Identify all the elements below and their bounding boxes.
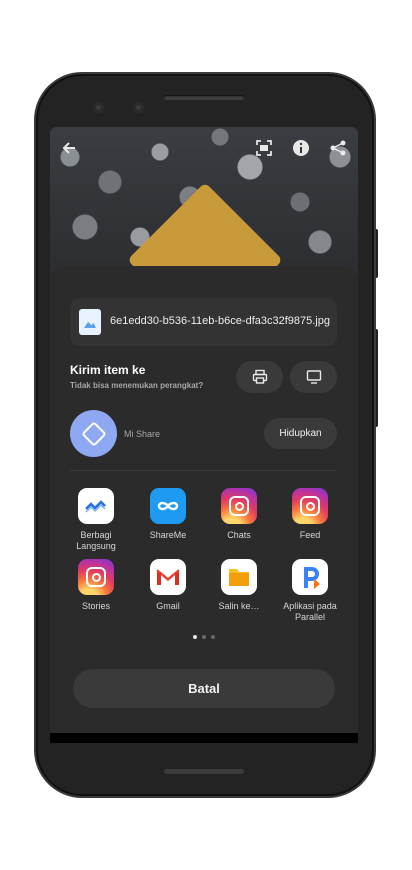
app-feed[interactable]: Feed <box>280 488 340 541</box>
page-dot <box>202 635 206 639</box>
parallel-space-icon <box>292 559 328 595</box>
cancel-button[interactable]: Batal <box>73 669 335 708</box>
app-label: Berbagi Langsung <box>76 530 116 551</box>
photo-toolbar <box>50 127 358 171</box>
app-label: Salin ke… <box>218 601 260 611</box>
shareme-icon <box>150 488 186 524</box>
share-sheet: 6e1edd30-b536-11eb-b6ce-dfa3c32f9875.jpg… <box>50 266 358 743</box>
divider <box>70 470 337 471</box>
page-dot <box>211 635 215 639</box>
image-file-icon <box>79 309 101 335</box>
mi-share-icon[interactable] <box>70 410 117 457</box>
arrow-left-icon[interactable] <box>59 139 79 159</box>
info-icon[interactable] <box>291 139 311 159</box>
app-shareme[interactable]: ShareMe <box>138 488 198 541</box>
app-label: ShareMe <box>149 530 187 540</box>
navigation-bar <box>50 733 358 743</box>
bottom-speaker <box>164 769 244 774</box>
app-label: Feed <box>299 530 321 540</box>
app-label: Aplikasi pada Parallel <box>283 601 337 622</box>
app-gmail[interactable]: Gmail <box>138 559 198 612</box>
front-sensor <box>133 102 144 113</box>
app-label: Stories <box>81 601 110 611</box>
page-indicator <box>191 635 221 641</box>
gmail-icon <box>150 559 186 595</box>
screenshot-icon[interactable] <box>254 139 274 159</box>
file-name: 6e1edd30-b536-11eb-b6ce-dfa3c32f9875.jpg <box>110 315 330 327</box>
folder-icon <box>221 559 257 595</box>
monitor-icon <box>306 370 321 384</box>
printer-icon <box>252 369 267 384</box>
volume-button <box>374 329 378 427</box>
screen: 6e1edd30-b536-11eb-b6ce-dfa3c32f9875.jpg… <box>50 127 358 743</box>
app-parallel[interactable]: Aplikasi pada Parallel <box>280 559 340 623</box>
app-label: Gmail <box>156 601 180 611</box>
file-preview-row: 6e1edd30-b536-11eb-b6ce-dfa3c32f9875.jpg <box>70 298 337 346</box>
share-icon[interactable] <box>328 139 348 159</box>
send-title: Kirim item ke <box>70 363 146 377</box>
power-button <box>374 229 378 278</box>
front-camera <box>93 102 104 113</box>
enable-mi-share-button[interactable]: Hidupkan <box>264 418 337 449</box>
instagram-icon <box>292 488 328 524</box>
app-salin-ke[interactable]: Salin ke… <box>209 559 269 612</box>
mi-share-logo <box>81 421 107 447</box>
photo-preview <box>50 127 358 338</box>
print-button[interactable] <box>236 361 283 393</box>
instagram-icon <box>221 488 257 524</box>
direct-share-icon <box>78 488 114 524</box>
page-dot-active <box>193 635 197 639</box>
earpiece-speaker <box>164 95 244 100</box>
mi-share-label: Mi Share <box>124 429 161 439</box>
device-not-found-link[interactable]: Tidak bisa menemukan perangkat? <box>70 381 203 390</box>
app-berbagi-langsung[interactable]: Berbagi Langsung <box>66 488 126 552</box>
instagram-icon <box>78 559 114 595</box>
app-chats[interactable]: Chats <box>209 488 269 541</box>
app-label: Chats <box>227 530 251 540</box>
cast-button[interactable] <box>290 361 337 393</box>
app-stories[interactable]: Stories <box>66 559 126 612</box>
